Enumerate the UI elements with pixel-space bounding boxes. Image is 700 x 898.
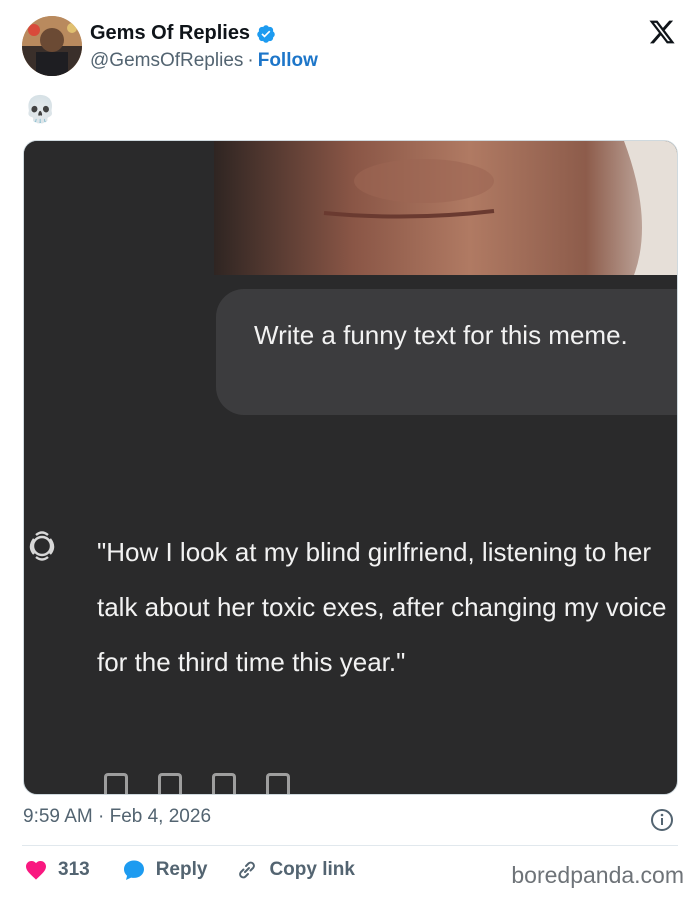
divider <box>22 845 678 846</box>
handle[interactable]: @GemsOfReplies <box>90 50 243 72</box>
prompt-bubble: Write a funny text for this meme. <box>216 289 677 415</box>
action-bar: 313 Reply Copy link <box>24 858 383 882</box>
verified-badge-icon <box>257 24 275 43</box>
timestamp[interactable]: 9:59 AM · Feb 4, 2026 <box>23 806 211 828</box>
like-button[interactable]: 313 <box>24 858 90 882</box>
x-logo-icon[interactable] <box>648 18 676 46</box>
follow-button[interactable]: Follow <box>258 50 318 72</box>
info-icon[interactable] <box>650 808 674 832</box>
thumbs-down-icon <box>212 773 236 794</box>
tweet-media[interactable]: Write a funny text for this meme. "How I… <box>23 140 678 795</box>
assistant-reply: "How I look at my blind girlfriend, list… <box>97 537 667 677</box>
meme-face-image <box>24 141 677 277</box>
watermark: boredpanda.com <box>511 862 684 888</box>
copy-icon <box>104 773 128 794</box>
like-count: 313 <box>58 859 90 880</box>
tweet-header: Gems Of Replies @GemsOfReplies · Follow <box>22 16 682 78</box>
reply-label: Reply <box>155 859 208 880</box>
thumbs-up-icon <box>158 773 182 794</box>
heart-icon <box>26 861 46 880</box>
chatgpt-logo-icon <box>29 531 55 561</box>
reply-button[interactable]: Reply <box>122 858 208 882</box>
copy-link-button[interactable]: Copy link <box>235 858 355 882</box>
avatar[interactable] <box>22 16 82 76</box>
regenerate-icon <box>266 773 290 794</box>
message-actions <box>104 773 290 794</box>
copy-link-label: Copy link <box>269 859 355 880</box>
display-name[interactable]: Gems Of Replies <box>90 22 250 45</box>
link-icon <box>239 861 256 879</box>
reply-bubble-icon <box>123 860 144 880</box>
separator: · <box>247 50 254 71</box>
tweet-text: 💀 <box>24 94 57 124</box>
